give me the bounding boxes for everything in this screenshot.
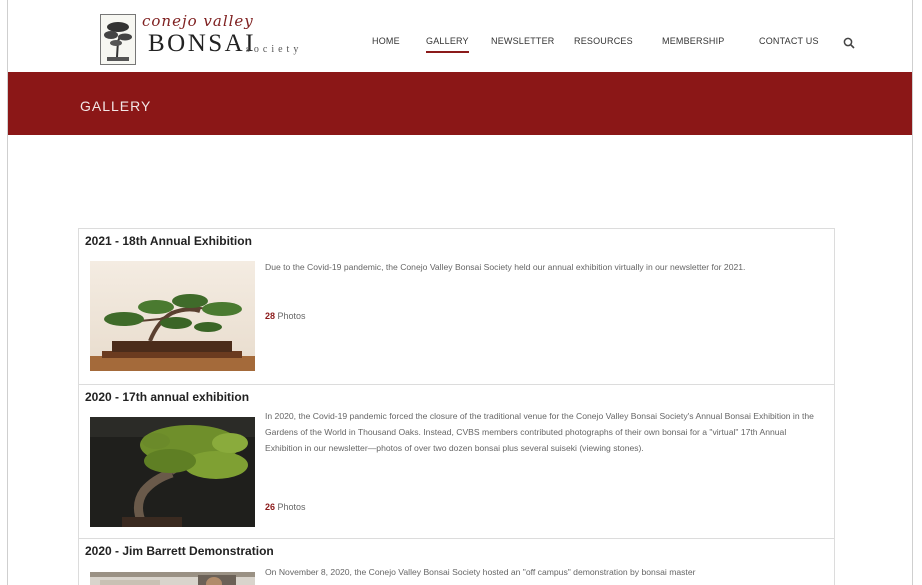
nav-newsletter[interactable]: NEWSLETTER (491, 36, 555, 46)
gallery-item-thumbnail[interactable] (90, 261, 255, 371)
nav-home[interactable]: HOME (372, 36, 400, 46)
main-nav: HOME GALLERY NEWSLETTER RESOURCES MEMBER… (8, 36, 912, 56)
page-title: GALLERY (80, 98, 152, 114)
nav-membership[interactable]: MEMBERSHIP (662, 36, 725, 46)
gallery-item-title[interactable]: 2021 - 18th Annual Exhibition (85, 234, 252, 248)
gallery-item: 2020 - 17th annual exhibition In 2020, t… (78, 384, 835, 539)
gallery-item: 2021 - 18th Annual Exhibition Due to the… (78, 228, 835, 385)
page-border-right (912, 0, 913, 585)
photo-count-value: 26 (265, 502, 276, 512)
gallery-item-photo-count[interactable]: 28 Photos (265, 311, 306, 321)
nav-gallery[interactable]: GALLERY (426, 36, 469, 53)
gallery-item-thumbnail[interactable] (90, 417, 255, 527)
search-icon[interactable] (843, 36, 855, 49)
nav-resources[interactable]: RESOURCES (574, 36, 633, 46)
gallery-item-thumbnail[interactable] (90, 572, 255, 585)
photo-count-label: Photos (275, 311, 306, 321)
gallery-item-title[interactable]: 2020 - 17th annual exhibition (85, 390, 249, 404)
logo-tagline: conejo valley (142, 12, 254, 30)
nav-active-indicator (426, 51, 469, 53)
page: conejo valley BONSAI society HOME GALLER… (0, 0, 922, 585)
nav-contact-us[interactable]: CONTACT US (759, 36, 819, 46)
gallery-list: 2021 - 18th Annual Exhibition Due to the… (78, 228, 835, 585)
page-banner: GALLERY (8, 72, 912, 135)
nav-gallery-label: GALLERY (426, 36, 469, 46)
gallery-item-photo-count[interactable]: 26 Photos (265, 502, 306, 512)
gallery-item-title[interactable]: 2020 - Jim Barrett Demonstration (85, 544, 274, 558)
photo-count-value: 28 (265, 311, 276, 321)
gallery-item: 2020 - Jim Barrett Demonstration On Nove… (78, 538, 835, 585)
gallery-item-description: Due to the Covid-19 pandemic, the Conejo… (265, 262, 746, 272)
gallery-item-description: On November 8, 2020, the Conejo Valley B… (265, 567, 696, 577)
gallery-item-description: In 2020, the Covid-19 pandemic forced th… (265, 411, 814, 453)
site-header: conejo valley BONSAI society HOME GALLER… (8, 0, 912, 72)
photo-count-label: Photos (275, 502, 306, 512)
